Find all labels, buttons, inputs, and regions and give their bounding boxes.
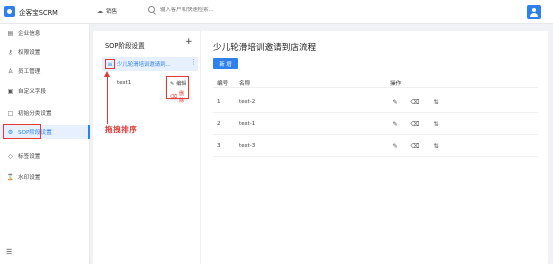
user-icon: ♙ <box>7 67 14 75</box>
sidebar-item-permissions[interactable]: ⚷ 权限设置 <box>0 45 90 59</box>
menu-item-delete[interactable]: ⌫ 删除 <box>170 90 188 104</box>
search-input[interactable] <box>160 6 280 13</box>
sort-icon[interactable]: ⇅ <box>432 120 440 128</box>
stage-panel-title: SOP阶段设置 <box>105 42 145 50</box>
table-row: 3 test-3 ✎ ⌫ ⇅ <box>213 135 538 157</box>
table-row: 1 test-2 ✎ ⌫ ⇅ <box>213 91 538 113</box>
trash-icon[interactable]: ⌫ <box>410 142 419 150</box>
stage-panel: SOP阶段设置 + ≡ 少儿轮滑培训邀请到... ⋮ test1 ✎ 编辑 ⌫ … <box>93 31 201 264</box>
table-header: 编号 名称 操作 <box>213 76 538 88</box>
cell-index: 2 <box>217 121 221 127</box>
header-nav-label: 销售 <box>106 9 118 15</box>
trash-icon[interactable]: ⌫ <box>410 120 419 128</box>
sort-icon[interactable]: ⇅ <box>432 142 440 150</box>
sort-icon[interactable]: ⇅ <box>432 98 440 106</box>
header-name: 名称 <box>239 81 251 87</box>
sidebar-item-label: 水印设置 <box>18 175 41 181</box>
edit-icon[interactable]: ✎ <box>391 98 399 106</box>
sidebar-item-company-info[interactable]: ▤ 企业信息 <box>0 26 90 40</box>
cell-index: 3 <box>217 143 221 149</box>
cell-name: test-3 <box>239 143 256 149</box>
stage-context-menu: ✎ 编辑 ⌫ 删除 <box>166 76 189 104</box>
edit-icon[interactable]: ✎ <box>391 120 399 128</box>
table-row: 2 test-1 ✎ ⌫ ⇅ <box>213 113 538 135</box>
menu-item-label: 编辑 <box>176 81 187 87</box>
building-icon: ▤ <box>7 29 14 37</box>
header-nav-sales[interactable]: ☁ 销售 <box>97 7 118 16</box>
header-ops: 操作 <box>390 81 402 87</box>
sidebar: ▤ 企业信息 ⚷ 权限设置 ♙ 员工管理 ▣ 自定义字段 □ 初始分类设置 ⚙ … <box>0 24 90 264</box>
add-stage-button[interactable]: + <box>185 38 193 47</box>
brand-name: 企客宝SCRM <box>19 8 58 17</box>
collapse-menu-icon[interactable]: ☰ <box>6 248 12 256</box>
sidebar-item-watermark[interactable]: ⌛ 水印设置 <box>0 170 90 184</box>
menu-item-label: 删除 <box>179 91 185 104</box>
sidebar-item-tags[interactable]: ◇ 标签设置 <box>0 149 90 163</box>
header-index: 编号 <box>217 81 229 87</box>
sidebar-item-label: 权限设置 <box>18 50 41 56</box>
user-avatar-icon[interactable] <box>527 5 541 19</box>
annotation-label: 拖拽排序 <box>105 125 138 134</box>
square-icon: □ <box>7 109 14 117</box>
cell-name: test-2 <box>239 99 256 105</box>
more-options-icon[interactable]: ⋮ <box>190 58 197 66</box>
search-icon <box>148 6 155 13</box>
key-icon: ⚷ <box>8 48 13 56</box>
add-button[interactable]: 新 增 <box>213 58 238 69</box>
edit-icon: ✎ <box>170 80 175 87</box>
trash-icon: ⌫ <box>170 94 178 100</box>
sidebar-item-initial-categories[interactable]: □ 初始分类设置 <box>0 106 90 120</box>
stage-item-selected[interactable]: ≡ 少儿轮滑培训邀请到... ⋮ <box>102 57 198 71</box>
top-bar: 企客宝SCRM ☁ 销售 <box>0 0 553 24</box>
sidebar-item-custom-fields[interactable]: ▣ 自定义字段 <box>0 84 90 98</box>
cell-index: 1 <box>217 99 221 105</box>
drag-handle-icon[interactable]: ≡ <box>105 59 115 69</box>
main-card: SOP阶段设置 + ≡ 少儿轮滑培训邀请到... ⋮ test1 ✎ 编辑 ⌫ … <box>93 31 548 264</box>
sidebar-item-label: 企业信息 <box>18 31 41 37</box>
menu-item-edit[interactable]: ✎ 编辑 <box>170 80 187 88</box>
page-title: 少儿轮滑培训邀请到店流程 <box>213 43 317 53</box>
stage-item-label: 少儿轮滑培训邀请到... <box>117 62 171 68</box>
search-box[interactable] <box>148 6 280 13</box>
sidebar-item-label: 标签设置 <box>18 154 41 160</box>
stage-item[interactable]: test1 <box>117 80 131 86</box>
trash-icon[interactable]: ⌫ <box>410 98 419 106</box>
annotation-highlight-box <box>3 124 41 139</box>
hourglass-icon: ⌛ <box>6 173 15 181</box>
sidebar-item-label: 初始分类设置 <box>18 111 52 117</box>
tag-icon: ◇ <box>8 152 13 160</box>
form-icon: ▣ <box>7 87 14 95</box>
sidebar-item-label: 员工管理 <box>18 69 41 75</box>
brand-logo[interactable]: 企客宝SCRM <box>4 6 58 17</box>
brand-logo-icon <box>4 6 15 17</box>
annotation-arrow <box>107 76 108 124</box>
chat-icon: ☁ <box>97 7 103 15</box>
cell-name: test-1 <box>239 121 256 127</box>
edit-icon[interactable]: ✎ <box>391 142 399 150</box>
sidebar-item-staff[interactable]: ♙ 员工管理 <box>0 64 90 78</box>
sidebar-item-label: 自定义字段 <box>18 89 46 95</box>
